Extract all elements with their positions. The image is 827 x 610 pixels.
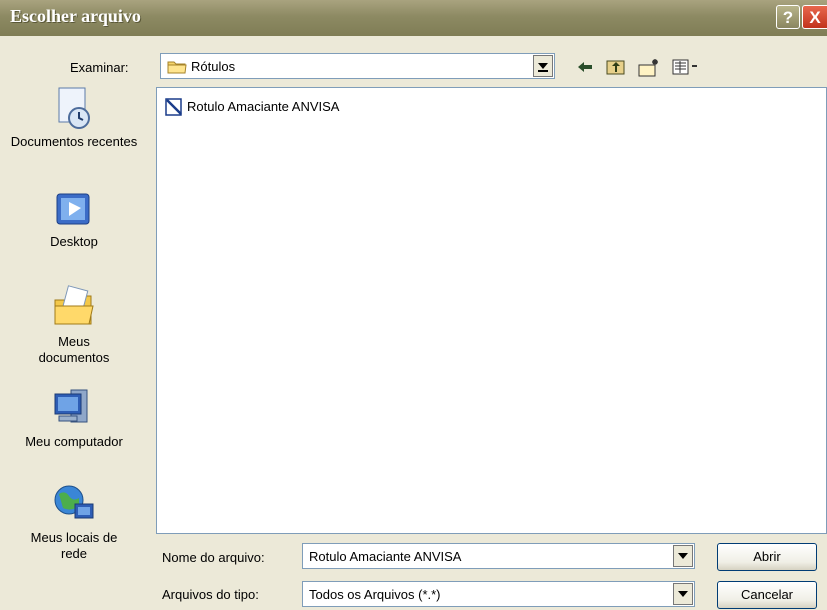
window-title: Escolher arquivo xyxy=(10,6,141,26)
place-label: Desktop xyxy=(50,234,98,249)
places-bar: Documentos recentes Desktop Meus documen… xyxy=(0,84,148,610)
view-menu-icon[interactable] xyxy=(671,58,699,79)
filename-field[interactable]: Rotulo Amaciante ANVISA xyxy=(302,543,695,569)
lookin-label: Examinar: xyxy=(70,60,129,75)
lookin-value: Rótulos xyxy=(191,59,236,74)
chevron-down-icon[interactable] xyxy=(533,55,553,77)
my-documents-icon xyxy=(54,285,94,325)
lookin-dropdown[interactable]: Rótulos xyxy=(160,53,555,79)
new-folder-icon[interactable] xyxy=(637,58,661,81)
file-name: Rotulo Amaciante ANVISA xyxy=(187,99,340,114)
place-my-documents[interactable]: Meus documentos xyxy=(0,284,148,366)
up-folder-icon[interactable] xyxy=(605,58,627,79)
place-network[interactable]: Meus locais de rede xyxy=(0,482,148,562)
back-arrow-icon[interactable] xyxy=(575,58,595,79)
close-button[interactable]: X xyxy=(802,5,827,29)
filename-value: Rotulo Amaciante ANVISA xyxy=(309,549,462,564)
chevron-down-icon[interactable] xyxy=(673,545,693,567)
place-label: Documentos recentes xyxy=(10,134,138,149)
place-label: Meu computador xyxy=(25,434,123,449)
file-list[interactable]: Rotulo Amaciante ANVISA xyxy=(156,87,827,534)
place-label: Meus locais de rede xyxy=(30,530,118,561)
filetype-label: Arquivos do tipo: xyxy=(162,587,259,602)
desktop-icon xyxy=(56,193,90,225)
folder-icon xyxy=(167,59,187,77)
my-computer-icon xyxy=(54,389,88,423)
document-icon xyxy=(165,98,182,116)
filename-label: Nome do arquivo: xyxy=(162,550,265,565)
place-desktop[interactable]: Desktop xyxy=(0,190,148,250)
cancel-button[interactable]: Cancelar xyxy=(717,581,817,609)
help-button[interactable]: ? xyxy=(776,5,800,29)
filetype-value: Todos os Arquivos (*.*) xyxy=(309,587,441,602)
chevron-down-icon[interactable] xyxy=(673,583,693,605)
place-label: Meus documentos xyxy=(38,334,110,365)
place-recent-documents[interactable]: Documentos recentes xyxy=(0,84,148,150)
network-places-icon xyxy=(54,485,94,519)
open-button[interactable]: Abrir xyxy=(717,543,817,571)
title-bar: Escolher arquivo ? X xyxy=(0,0,827,36)
filetype-dropdown[interactable]: Todos os Arquivos (*.*) xyxy=(302,581,695,607)
recent-documents-icon xyxy=(58,87,90,129)
place-my-computer[interactable]: Meu computador xyxy=(0,386,148,450)
